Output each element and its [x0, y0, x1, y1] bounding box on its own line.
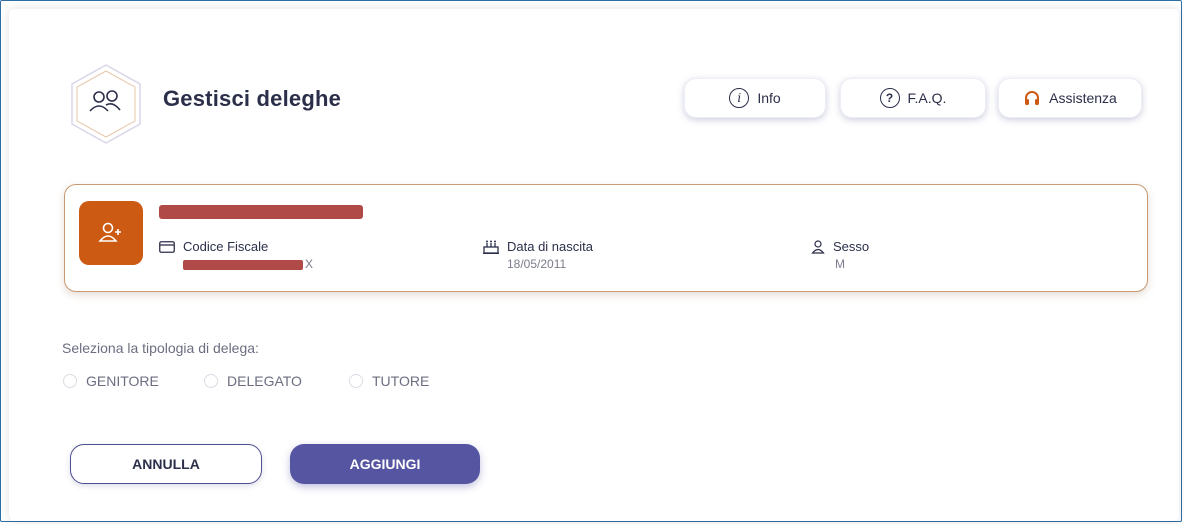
radio-circle[interactable] [204, 374, 218, 388]
birth-date-value: 18/05/2011 [507, 257, 567, 271]
radio-circle[interactable] [63, 374, 77, 388]
person-icon [811, 239, 825, 254]
faq-button-label: F.A.Q. [907, 90, 947, 106]
person-card: Codice Fiscale X Data di nascita 18/05/2… [64, 184, 1148, 292]
radio-delegato-label: DELEGATO [227, 373, 302, 389]
info-button[interactable]: i Info [684, 78, 826, 118]
codice-fiscale-redacted [183, 259, 303, 270]
radio-genitore-label: GENITORE [86, 373, 159, 389]
codice-fiscale-field: Codice Fiscale X [159, 239, 313, 271]
person-name-redacted [159, 205, 363, 219]
add-user-icon [98, 222, 121, 242]
radio-genitore[interactable]: GENITORE [63, 373, 159, 389]
headset-icon [1025, 91, 1040, 105]
add-user-avatar [79, 201, 143, 265]
card-icon [159, 240, 175, 253]
add-button[interactable]: AGGIUNGI [290, 444, 480, 484]
faq-button[interactable]: ? F.A.Q. [840, 78, 986, 118]
delegation-type-prompt: Seleziona la tipologia di delega: [62, 340, 259, 356]
cancel-button[interactable]: ANNULLA [70, 444, 262, 484]
info-icon: i [729, 88, 750, 108]
sex-field: Sesso M [811, 239, 869, 271]
birth-date-label: Data di nascita [507, 239, 593, 254]
radio-tutore-label: TUTORE [372, 373, 430, 389]
sex-label: Sesso [833, 239, 870, 254]
question-icon: ? [879, 88, 900, 108]
radio-circle[interactable] [349, 374, 363, 388]
cake-icon [483, 240, 499, 254]
assistance-button[interactable]: Assistenza [998, 78, 1142, 118]
radio-delegato[interactable]: DELEGATO [204, 373, 302, 389]
assistance-button-label: Assistenza [1049, 90, 1117, 106]
page-title: Gestisci deleghe [163, 86, 342, 111]
sex-value: M [835, 257, 845, 271]
users-hexagon-logo-icon [71, 64, 141, 144]
birth-date-field: Data di nascita 18/05/2011 [483, 239, 593, 271]
info-button-label: Info [757, 90, 781, 106]
radio-tutore[interactable]: TUTORE [349, 373, 429, 389]
codice-fiscale-label: Codice Fiscale [183, 239, 269, 254]
codice-fiscale-value: X [305, 257, 314, 271]
